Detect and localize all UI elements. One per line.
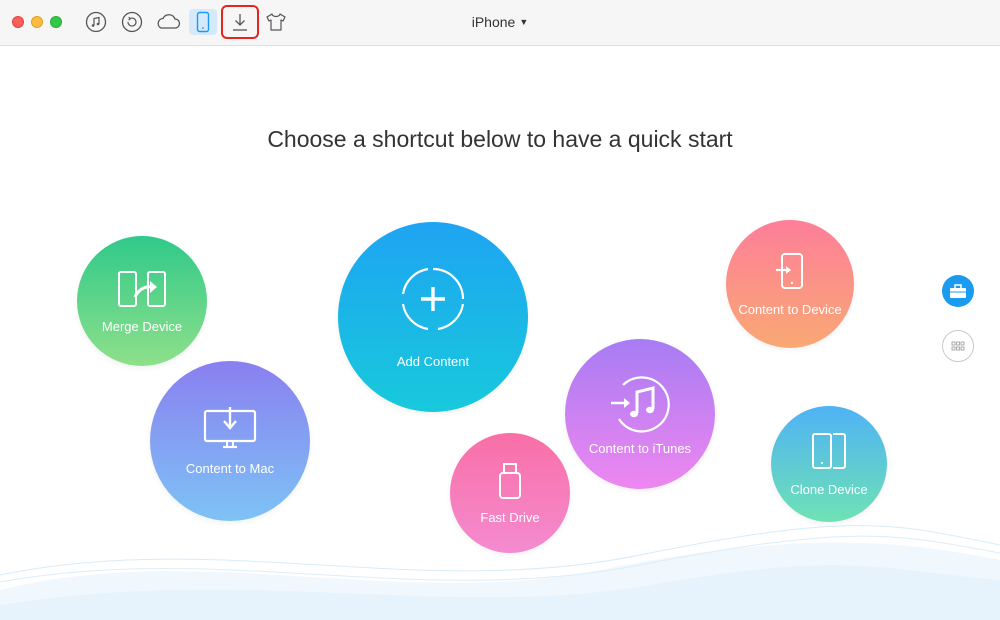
- device-selector[interactable]: iPhone ▼: [0, 14, 1000, 30]
- itunes-icon: [611, 375, 670, 433]
- content-to-itunes-label: Content to iTunes: [588, 440, 692, 456]
- merge-device-icon: [118, 270, 166, 307]
- add-content-label: Add Content: [396, 353, 470, 369]
- page-headline: Choose a shortcut below to have a quick …: [267, 126, 733, 152]
- merge-device-shortcut[interactable]: Merge Device: [77, 236, 207, 366]
- fast-drive-label: Fast Drive: [480, 509, 540, 525]
- phone-transfer-icon: [776, 252, 803, 289]
- grid-view-button[interactable]: [942, 330, 974, 362]
- content-to-device-shortcut[interactable]: Content to Device: [726, 220, 854, 348]
- clone-device-label: Clone Device: [790, 481, 868, 497]
- usb-drive-icon: [499, 462, 521, 499]
- content-to-mac-shortcut[interactable]: Content to Mac: [150, 361, 310, 521]
- mac-monitor-icon: [203, 406, 257, 448]
- toolbox-icon: [950, 284, 966, 298]
- chevron-down-icon: ▼: [519, 17, 529, 27]
- toolkit-button[interactable]: [942, 275, 974, 307]
- clone-phones-icon: [812, 432, 846, 469]
- add-content-shortcut[interactable]: Add Content: [338, 222, 528, 412]
- fast-drive-shortcut[interactable]: Fast Drive: [450, 433, 570, 553]
- clone-device-shortcut[interactable]: Clone Device: [771, 406, 887, 522]
- content-to-device-label: Content to Device: [738, 301, 842, 317]
- title-bar: iPhone ▼: [0, 0, 1000, 46]
- grid-icon: [951, 341, 965, 351]
- add-icon: [401, 267, 465, 330]
- app-window: iPhone ▼ Choose a shortcut below to have …: [0, 0, 1000, 620]
- content-to-mac-label: Content to Mac: [185, 460, 275, 476]
- merge-device-label: Merge Device: [101, 318, 183, 334]
- content-to-itunes-shortcut[interactable]: Content to iTunes: [565, 339, 715, 489]
- device-name: iPhone: [471, 14, 516, 30]
